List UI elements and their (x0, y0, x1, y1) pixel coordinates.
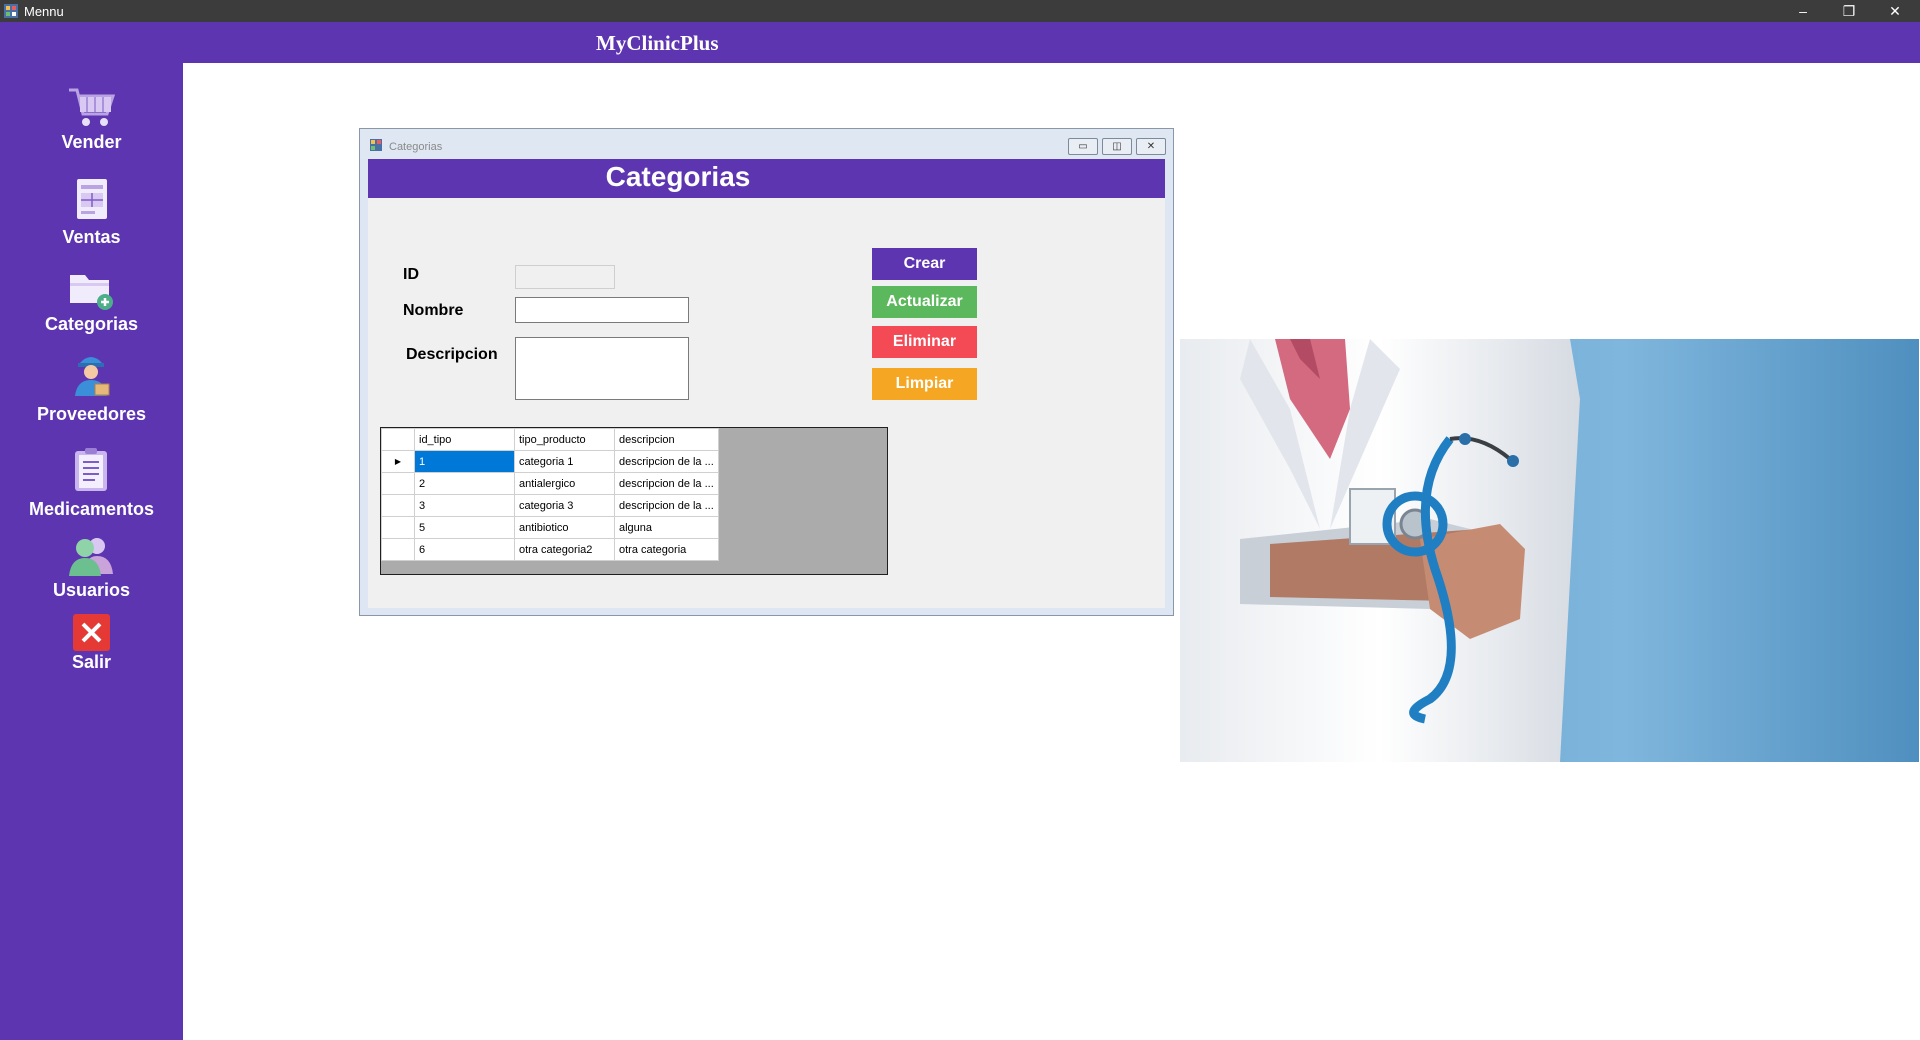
sidebar-item-label: Salir (71, 652, 112, 672)
descripcion-field[interactable] (515, 337, 689, 400)
table-row[interactable]: 2 antialergico descripcion de la ... (381, 472, 719, 495)
cell-tipo-producto[interactable]: categoria 1 (514, 450, 615, 473)
restore-button[interactable]: ❐ (1826, 0, 1872, 22)
clipboard-icon (75, 448, 107, 491)
child-minimize-button[interactable]: ▭ (1068, 138, 1098, 155)
table-row[interactable]: ▶ 1 categoria 1 descripcion de la ... (381, 450, 719, 473)
crear-button[interactable]: Crear (872, 248, 977, 280)
form-title: Categorias (605, 161, 751, 192)
table-row[interactable]: 6 otra categoria2 otra categoria (381, 538, 719, 561)
descripcion-label: Descripcion (406, 346, 498, 363)
sidebar-item-label: Ventas (62, 227, 121, 247)
child-close-button[interactable]: ✕ (1136, 138, 1166, 155)
minimize-button[interactable]: – (1780, 0, 1826, 22)
doctor-image (1180, 339, 1919, 762)
categorias-grid[interactable]: id_tipo tipo_producto descripcion ▶ 1 ca… (380, 427, 888, 575)
sidebar-item-salir[interactable]: Salir (0, 614, 183, 694)
form-banner: Categorias (368, 159, 1165, 198)
actualizar-button[interactable]: Actualizar (872, 286, 977, 318)
sidebar-item-label: Vender (61, 132, 122, 152)
child-window-title-bar: Categorias ▭ ◫ ✕ (360, 129, 1173, 159)
sidebar: Vender Ventas Categorias Proveedores Med… (0, 22, 183, 1040)
table-row[interactable]: 5 antibiotico alguna (381, 516, 719, 539)
child-window-title: Categorias (389, 141, 443, 153)
id-field (515, 265, 615, 289)
cell-descripcion[interactable]: descripcion de la ... (614, 472, 719, 495)
cell-id-tipo[interactable]: 3 (414, 494, 515, 517)
exit-icon (73, 614, 110, 651)
cell-id-tipo[interactable]: 2 (414, 472, 515, 495)
cell-id-tipo[interactable]: 6 (414, 538, 515, 561)
cell-descripcion[interactable]: descripcion de la ... (614, 494, 719, 517)
form-icon (370, 139, 382, 151)
sidebar-item-label: Medicamentos (28, 499, 155, 519)
sidebar-item-label: Proveedores (36, 404, 147, 424)
child-maximize-button[interactable]: ◫ (1102, 138, 1132, 155)
sidebar-item-label: Usuarios (52, 580, 131, 600)
row-header[interactable] (381, 538, 415, 561)
supplier-icon (75, 357, 110, 396)
table-row[interactable]: 3 categoria 3 descripcion de la ... (381, 494, 719, 517)
column-header-id-tipo[interactable]: id_tipo (414, 428, 515, 451)
grid-table: id_tipo tipo_producto descripcion ▶ 1 ca… (381, 428, 719, 561)
id-label: ID (403, 266, 419, 283)
cell-id-tipo[interactable]: 1 (414, 450, 515, 473)
column-header-descripcion[interactable]: descripcion (614, 428, 719, 451)
cell-tipo-producto[interactable]: otra categoria2 (514, 538, 615, 561)
row-header[interactable] (381, 494, 415, 517)
column-header-tipo-producto[interactable]: tipo_producto (514, 428, 615, 451)
cell-descripcion[interactable]: alguna (614, 516, 719, 539)
sidebar-item-label: Categorias (44, 314, 139, 334)
current-row-indicator: ▶ (381, 450, 415, 473)
app-header: MyClinicPlus (183, 22, 1920, 63)
cell-id-tipo[interactable]: 5 (414, 516, 515, 539)
users-icon (69, 538, 113, 576)
invoice-icon (77, 179, 107, 219)
sidebar-item-medicamentos[interactable]: Medicamentos (0, 447, 183, 542)
grid-corner-cell (381, 428, 415, 451)
sidebar-item-ventas[interactable]: Ventas (0, 177, 183, 267)
grid-header-row: id_tipo tipo_producto descripcion (381, 428, 719, 451)
eliminar-button[interactable]: Eliminar (872, 326, 977, 358)
categorias-window: Categorias ▭ ◫ ✕ Categorias ID Nombre De… (359, 128, 1174, 616)
app-icon (4, 4, 18, 18)
form-body: Categorias ID Nombre Descripcion Crear A… (368, 159, 1165, 608)
row-header[interactable] (381, 472, 415, 495)
sidebar-item-proveedores[interactable]: Proveedores (0, 352, 183, 447)
sidebar-item-categorias[interactable]: Categorias (0, 262, 183, 352)
sidebar-item-usuarios[interactable]: Usuarios (0, 532, 183, 622)
limpiar-button[interactable]: Limpiar (872, 368, 977, 400)
window-title: Mennu (24, 4, 64, 19)
row-header[interactable] (381, 516, 415, 539)
cart-icon (69, 88, 115, 126)
brand-title: MyClinicPlus (596, 31, 719, 55)
window-title-bar: Mennu – ❐ ✕ (0, 0, 1920, 22)
sidebar-item-vender[interactable]: Vender (0, 82, 183, 182)
nombre-label: Nombre (403, 302, 464, 319)
cell-descripcion[interactable]: otra categoria (614, 538, 719, 561)
folder-add-icon (70, 275, 113, 310)
cell-tipo-producto[interactable]: categoria 3 (514, 494, 615, 517)
close-button[interactable]: ✕ (1872, 0, 1918, 22)
cell-tipo-producto[interactable]: antialergico (514, 472, 615, 495)
cell-descripcion[interactable]: descripcion de la ... (614, 450, 719, 473)
cell-tipo-producto[interactable]: antibiotico (514, 516, 615, 539)
nombre-field[interactable] (515, 297, 689, 323)
